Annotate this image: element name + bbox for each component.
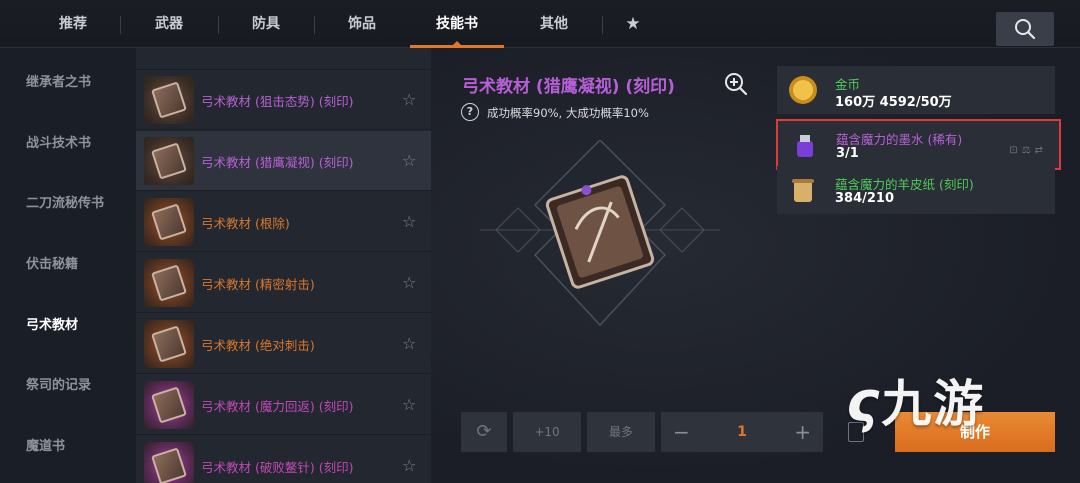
book-icon	[144, 137, 194, 185]
favorite-star-icon[interactable]: ☆	[402, 273, 416, 292]
tab-favorites[interactable]: ★	[618, 0, 648, 48]
watermark-logo: ς九游	[846, 370, 986, 435]
book-icon	[144, 442, 194, 483]
list-item-partial	[136, 48, 431, 70]
book-icon	[144, 259, 194, 307]
gold-coin-icon	[789, 76, 817, 104]
category-dual-blade-book[interactable]: 二刀流秘传书	[26, 192, 104, 211]
quantity-value: 1	[737, 424, 747, 440]
ink-bottle-icon	[797, 135, 813, 157]
item-name: 弓术教材 (破败鳌针) (刻印)	[201, 460, 354, 475]
tab-divider	[218, 16, 219, 34]
favorite-star-icon[interactable]: ☆	[402, 90, 416, 109]
zoom-in-icon[interactable]	[724, 72, 748, 96]
success-rate-text: 成功概率90%, 大成功概率10%	[487, 106, 649, 120]
list-item[interactable]: 弓术教材 (破败鳌针) (刻印) ☆	[136, 436, 431, 483]
favorite-star-icon[interactable]: ☆	[402, 395, 416, 414]
search-icon	[1015, 19, 1036, 40]
tab-weapons[interactable]: 武器	[136, 0, 202, 48]
tab-divider	[314, 16, 315, 34]
tab-skill-books[interactable]: 技能书	[410, 0, 504, 48]
increase-button[interactable]: +	[794, 412, 811, 452]
category-ambush-book[interactable]: 伏击秘籍	[26, 253, 78, 272]
material-qty: 160万 4592/50万	[835, 95, 952, 110]
tab-accessories[interactable]: 饰品	[329, 0, 395, 48]
item-name: 弓术教材 (猎鹰凝视) (刻印)	[201, 155, 354, 170]
category-archery-textbook[interactable]: 弓术教材	[26, 314, 78, 333]
item-title: 弓术教材 (猎鹰凝视) (刻印)	[462, 77, 675, 97]
category-combat-tech-book[interactable]: 战斗技术书	[26, 132, 91, 151]
item-list: 弓术教材 (狙击态势) (刻印) ☆ 弓术教材 (猎鹰凝视) (刻印) ☆ 弓术…	[136, 48, 431, 483]
favorite-star-icon[interactable]: ☆	[402, 334, 416, 353]
item-name: 弓术教材 (精密射击)	[201, 277, 315, 292]
category-inheritor-book[interactable]: 继承者之书	[26, 71, 91, 90]
category-grimoire[interactable]: 魔道书	[26, 435, 65, 454]
material-qty: 3/1	[836, 146, 859, 161]
favorite-star-icon[interactable]: ☆	[402, 212, 416, 231]
favorite-star-icon[interactable]: ☆	[402, 456, 416, 475]
star-icon: ★	[625, 14, 641, 34]
tab-other[interactable]: 其他	[521, 0, 587, 48]
search-button[interactable]	[996, 12, 1054, 46]
tab-recommended[interactable]: 推荐	[40, 0, 106, 48]
max-button[interactable]: 最多	[587, 412, 655, 452]
list-item[interactable]: 弓术教材 (绝对刺击) ☆	[136, 314, 431, 374]
list-item[interactable]: 弓术教材 (狙击态势) (刻印) ☆	[136, 70, 431, 130]
item-name: 弓术教材 (根除)	[201, 216, 290, 231]
quantity-stepper[interactable]: − 1 +	[661, 412, 823, 452]
book-illustration	[480, 140, 720, 327]
category-priest-records[interactable]: 祭司的记录	[26, 374, 91, 393]
tab-divider	[120, 16, 121, 34]
item-name: 弓术教材 (狙击态势) (刻印)	[201, 94, 354, 109]
list-item[interactable]: 弓术教材 (根除) ☆	[136, 192, 431, 252]
plus-ten-button[interactable]: +10	[513, 412, 581, 452]
tab-divider	[602, 16, 603, 34]
top-tab-bar: 推荐 武器 防具 饰品 技能书 其他 ★	[0, 0, 1080, 48]
favorite-star-icon[interactable]: ☆	[402, 151, 416, 170]
list-item[interactable]: 弓术教材 (精密射击) ☆	[136, 253, 431, 313]
list-item-selected[interactable]: 弓术教材 (猎鹰凝视) (刻印) ☆	[136, 131, 431, 191]
book-icon	[144, 76, 194, 124]
material-source-icons[interactable]: ⊡⚖⇄	[1009, 145, 1047, 156]
material-qty: 384/210	[835, 191, 895, 206]
item-name: 弓术教材 (绝对刺击)	[201, 338, 315, 353]
tab-armor[interactable]: 防具	[233, 0, 299, 48]
refresh-icon: ⟳	[476, 421, 492, 442]
help-icon[interactable]: ?	[461, 103, 479, 121]
list-item[interactable]: 弓术教材 (魔力回返) (刻印) ☆	[136, 375, 431, 435]
book-icon	[144, 381, 194, 429]
decrease-button[interactable]: −	[673, 412, 690, 452]
item-name: 弓术教材 (魔力回返) (刻印)	[201, 399, 354, 414]
book-icon	[144, 198, 194, 246]
material-row[interactable]: 金币 160万 4592/50万	[777, 66, 1055, 114]
material-row-highlighted[interactable]: 蕴含魔力的墨水 (稀有) 3/1 ⊡⚖⇄	[776, 119, 1061, 170]
book-icon	[144, 320, 194, 368]
parchment-icon	[792, 179, 814, 202]
reset-button[interactable]: ⟳	[461, 412, 507, 452]
material-row[interactable]: 蕴含魔力的羊皮纸 (刻印) 384/210	[777, 166, 1055, 214]
